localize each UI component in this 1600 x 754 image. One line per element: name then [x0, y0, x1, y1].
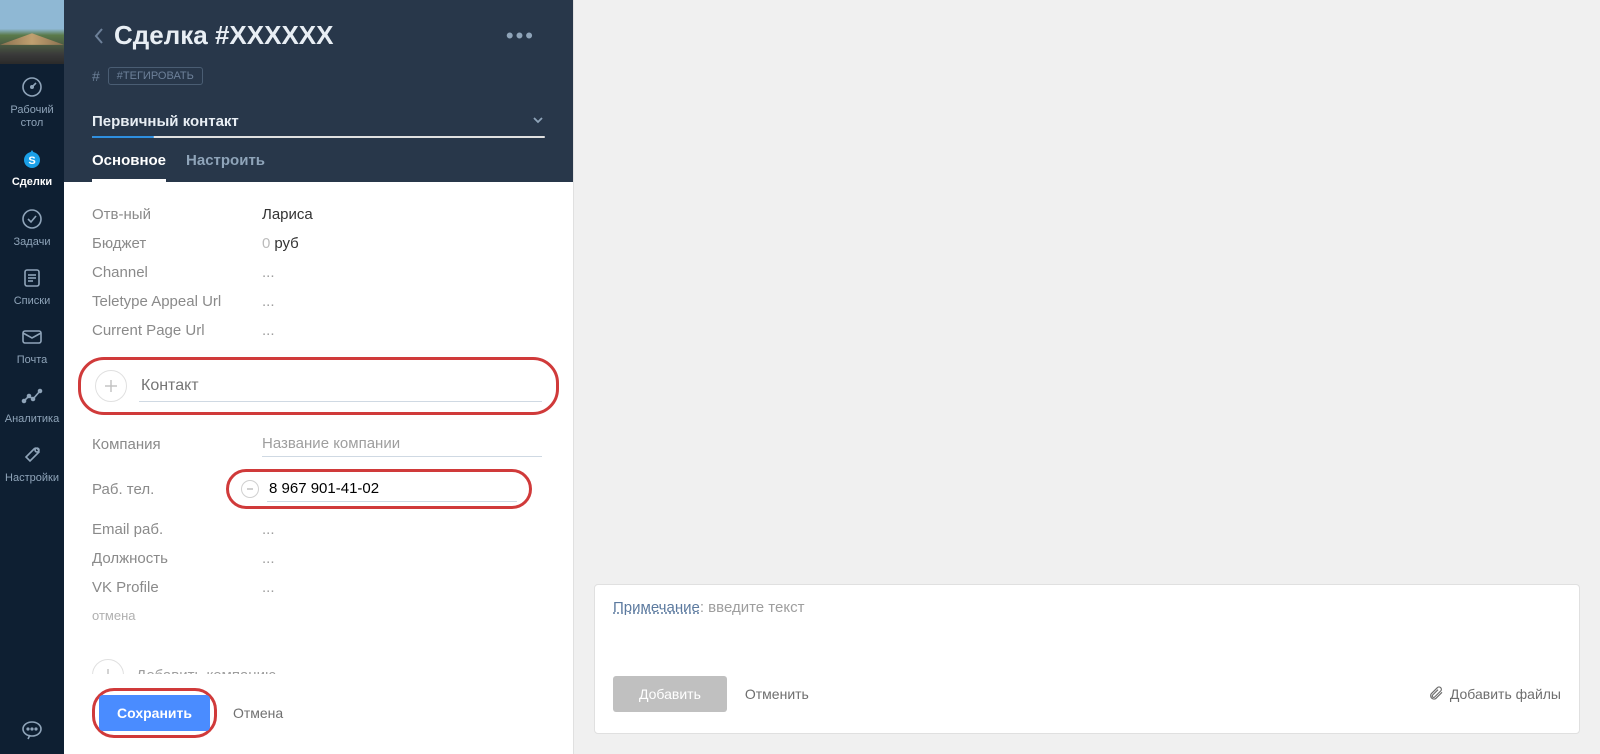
field-current-page: Current Page Url ...	[92, 316, 545, 345]
detail-header: Сделка #XXXXXX ••• # #ТЕГИРОВАТЬ Первичн…	[64, 0, 573, 182]
field-budget: Бюджет 0руб	[92, 229, 545, 258]
tag-input[interactable]: #ТЕГИРОВАТЬ	[108, 67, 203, 85]
sidebar-item-settings[interactable]: Настройки	[0, 432, 64, 491]
sidebar-item-mail[interactable]: Почта	[0, 314, 64, 373]
field-work-phone: Раб. тел.	[92, 463, 545, 515]
note-placeholder: введите текст	[708, 599, 804, 616]
save-button[interactable]: Сохранить	[99, 695, 210, 731]
nav-label: Рабочий стол	[10, 104, 53, 130]
form-footer: Сохранить Отмена	[64, 674, 573, 754]
gauge-icon	[19, 74, 45, 100]
field-channel: Channel ...	[92, 258, 545, 287]
add-company-button[interactable]: Добавить компанию	[136, 667, 276, 675]
note-cancel-button[interactable]: Отменить	[745, 686, 809, 702]
analytics-icon	[19, 383, 45, 409]
contact-name-input[interactable]	[139, 371, 542, 402]
contact-highlight-box	[78, 357, 559, 415]
vk-value[interactable]: ...	[262, 579, 275, 596]
attach-files-button[interactable]: Добавить файлы	[1428, 685, 1561, 704]
budget-value[interactable]: 0руб	[262, 235, 299, 252]
tab-main[interactable]: Основное	[92, 152, 166, 182]
phone-highlight-box	[226, 469, 532, 509]
wrench-icon	[19, 442, 45, 468]
hash-icon: #	[92, 68, 100, 84]
save-highlight-box: Сохранить	[92, 688, 217, 738]
primary-contact-select[interactable]: Первичный контакт	[92, 113, 545, 136]
position-value[interactable]: ...	[262, 550, 275, 567]
add-contact-icon[interactable]	[95, 370, 127, 402]
teletype-value[interactable]: ...	[262, 293, 275, 310]
sidebar-item-lists[interactable]: Списки	[0, 255, 64, 314]
contact-select-label: Первичный контакт	[92, 113, 239, 130]
avatar[interactable]	[0, 0, 64, 64]
field-teletype: Teletype Appeal Url ...	[92, 287, 545, 316]
sidebar-item-dashboard[interactable]: Рабочий стол	[0, 64, 64, 136]
detail-tabs: Основное Настроить	[92, 152, 545, 182]
nav-label: Настройки	[5, 472, 59, 485]
nav-label: Почта	[17, 354, 48, 367]
form-body: Отв-ный Лариса Бюджет 0руб Channel ... T…	[64, 182, 573, 674]
work-email-value[interactable]: ...	[262, 521, 275, 538]
deal-detail-panel: Сделка #XXXXXX ••• # #ТЕГИРОВАТЬ Первичн…	[64, 0, 574, 754]
note-input[interactable]: Примечание: введите текст	[613, 599, 1561, 616]
check-circle-icon	[19, 206, 45, 232]
more-menu-icon[interactable]: •••	[496, 23, 545, 49]
chevron-down-icon	[531, 113, 545, 130]
note-card: Примечание: введите текст Добавить Отмен…	[594, 584, 1580, 734]
company-placeholder[interactable]: Название компании	[262, 431, 542, 457]
sidebar: Рабочий стол S Сделки Задачи Списки Почт…	[0, 0, 64, 754]
sidebar-item-tasks[interactable]: Задачи	[0, 196, 64, 255]
sidebar-item-deals[interactable]: S Сделки	[0, 136, 64, 195]
note-add-button[interactable]: Добавить	[613, 676, 727, 712]
right-pane: Примечание: введите текст Добавить Отмен…	[574, 0, 1600, 754]
svg-text:S: S	[28, 155, 35, 167]
paperclip-icon	[1428, 685, 1444, 704]
chat-icon[interactable]	[0, 706, 64, 754]
nav-label: Списки	[14, 295, 51, 308]
contact-cancel-link[interactable]: отмена	[92, 608, 135, 623]
current-page-value[interactable]: ...	[262, 322, 275, 339]
nav-label: Задачи	[14, 236, 51, 249]
note-label: Примечание	[613, 599, 700, 616]
add-company-row: Добавить компанию	[92, 659, 545, 674]
list-icon	[19, 265, 45, 291]
cancel-button[interactable]: Отмена	[233, 705, 283, 721]
deals-icon: S	[19, 146, 45, 172]
field-company: Компания Название компании	[92, 425, 545, 463]
field-work-email: Email раб. ...	[92, 515, 545, 544]
field-vk: VK Profile ...	[92, 573, 545, 602]
stage-pill-underline[interactable]	[92, 136, 545, 138]
field-responsible: Отв-ный Лариса	[92, 200, 545, 229]
tab-configure[interactable]: Настроить	[186, 152, 265, 182]
nav-label: Аналитика	[5, 413, 59, 426]
field-position: Должность ...	[92, 544, 545, 573]
phone-type-toggle-icon[interactable]	[241, 480, 259, 498]
work-phone-input[interactable]	[267, 476, 517, 502]
mail-icon	[19, 324, 45, 350]
deal-title: Сделка #XXXXXX	[114, 20, 496, 51]
back-chevron-icon[interactable]	[92, 25, 106, 47]
nav-label: Сделки	[12, 176, 52, 189]
responsible-value[interactable]: Лариса	[262, 206, 313, 223]
sidebar-item-analytics[interactable]: Аналитика	[0, 373, 64, 432]
add-company-icon[interactable]	[92, 659, 124, 674]
channel-value[interactable]: ...	[262, 264, 275, 281]
